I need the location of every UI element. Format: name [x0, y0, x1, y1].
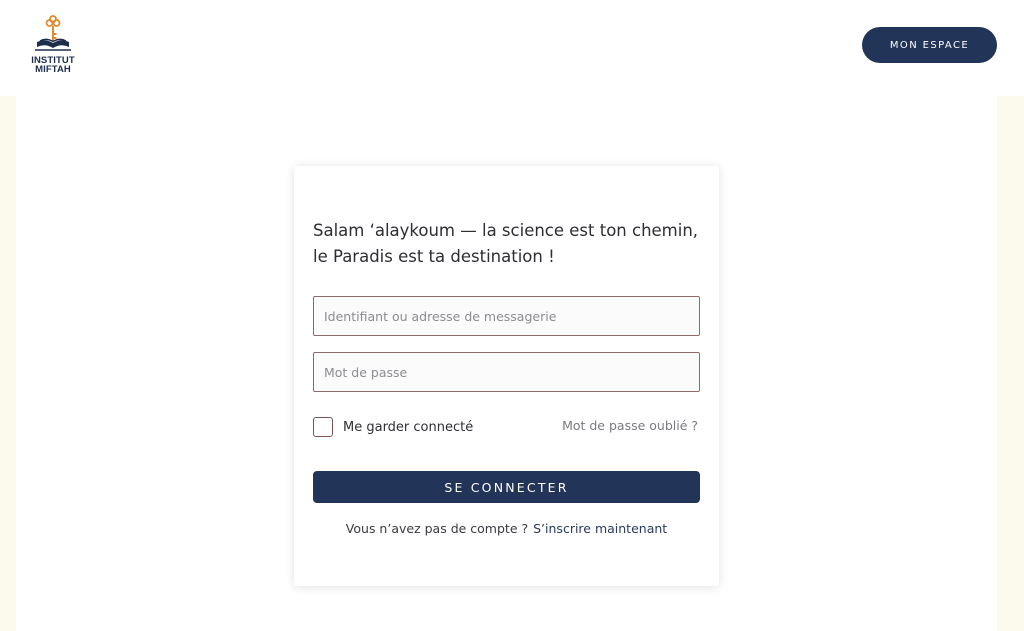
- logo-text: INSTITUT MIFTAH: [31, 56, 75, 75]
- key-book-logo-icon: [35, 15, 71, 51]
- my-space-button[interactable]: MON ESPACE: [862, 27, 997, 63]
- signup-row: Vous n’avez pas de compte ? S’inscrire ma…: [294, 521, 719, 536]
- site-header: INSTITUT MIFTAH MON ESPACE: [0, 0, 1024, 96]
- greeting-text: Salam ‘alaykoum — la science est ton che…: [313, 218, 703, 270]
- login-button[interactable]: SE CONNECTER: [313, 471, 700, 503]
- remember-me-option[interactable]: Me garder connecté: [313, 417, 473, 437]
- signup-link[interactable]: S’inscrire maintenant: [533, 521, 667, 536]
- forgot-password-link[interactable]: Mot de passe oublié ?: [562, 418, 698, 433]
- username-input[interactable]: [313, 296, 700, 336]
- login-card: Salam ‘alaykoum — la science est ton che…: [294, 166, 719, 586]
- greeting-line-2: le Paradis est ta destination !: [313, 247, 555, 266]
- password-input[interactable]: [313, 352, 700, 392]
- signup-prompt: Vous n’avez pas de compte ?: [345, 521, 529, 536]
- remember-me-label: Me garder connecté: [343, 419, 474, 435]
- logo-text-line-2: MIFTAH: [35, 64, 71, 75]
- institut-miftah-logo[interactable]: INSTITUT MIFTAH: [24, 14, 82, 78]
- remember-me-checkbox[interactable]: [313, 417, 333, 437]
- greeting-line-1: Salam ‘alaykoum — la science est ton che…: [313, 221, 699, 240]
